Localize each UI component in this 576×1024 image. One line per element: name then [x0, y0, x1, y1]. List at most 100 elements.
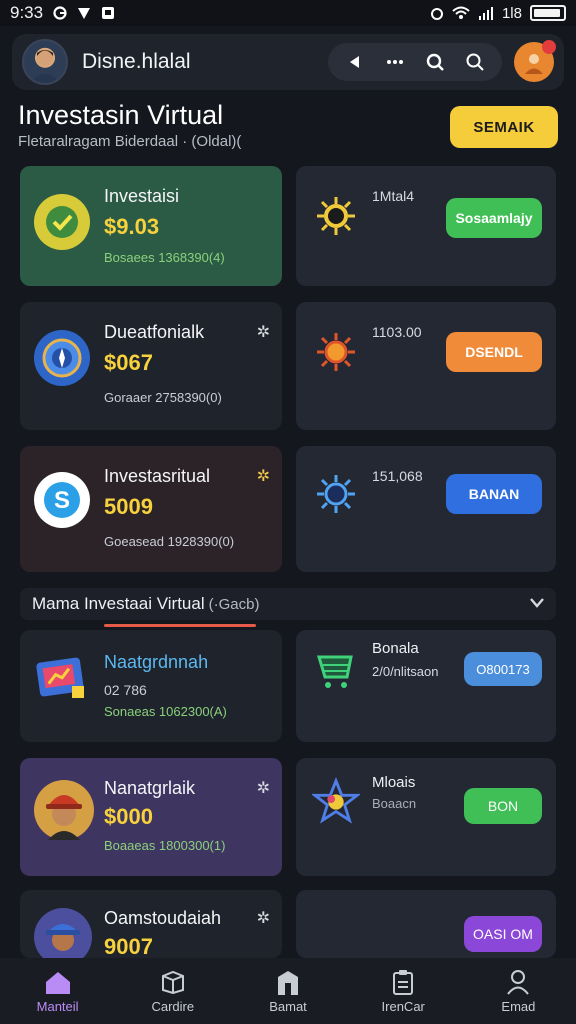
alarm-icon: [430, 8, 443, 20]
sun-bug-icon: [312, 328, 360, 376]
home-icon: [44, 969, 72, 995]
card-label-secondary: Boaacn: [372, 796, 417, 811]
section-title: Mama Investaai Virtual: [32, 594, 205, 613]
star-icon[interactable]: ✲: [257, 778, 270, 798]
user-icon: [504, 969, 532, 995]
person-with-cap-icon: [34, 908, 92, 958]
investment-card[interactable]: 1103.00 DSENDL: [296, 302, 556, 430]
card-label: 1Mtal4: [372, 188, 415, 204]
avatar[interactable]: [22, 39, 68, 85]
filter-search-icon[interactable]: [418, 45, 452, 79]
card-action-button[interactable]: DSENDL: [446, 332, 542, 372]
app-bar: Disne.hlalal: [12, 34, 564, 90]
investment-card[interactable]: Nanatgrlaik $000 Boaaeas 1800300(1) ✲: [20, 758, 282, 876]
card-label: Bonala: [372, 640, 419, 657]
shield-icon: [78, 8, 91, 19]
person-icon: [525, 54, 543, 74]
skype-icon: S: [34, 472, 90, 528]
investment-card[interactable]: 1Mtal4 Sosaamlajy: [296, 166, 556, 286]
section-underline: [104, 624, 256, 627]
investment-card[interactable]: S Investasritual 5009 Goeasead 1928390(0…: [20, 446, 282, 572]
chevron-down-icon[interactable]: [530, 595, 544, 613]
virus-icon: [312, 470, 360, 518]
page-header: Investasin Virtual Fletaralragam Biderda…: [18, 100, 558, 150]
card-title: Investasritual: [104, 466, 211, 486]
svg-text:S: S: [54, 487, 70, 514]
card-value: $000: [104, 804, 153, 829]
tablet-chart-icon: [34, 652, 90, 708]
card-action-button[interactable]: Sosaamlajy: [446, 198, 542, 238]
card-action-button[interactable]: BANAN: [446, 474, 542, 514]
cart-icon: [312, 646, 360, 694]
star-icon[interactable]: ✲: [257, 466, 270, 486]
card-value: 02 786: [104, 682, 147, 698]
action-group: [328, 43, 502, 81]
star-burst-icon: [312, 777, 360, 826]
person-icon: [30, 50, 60, 83]
nav-item-bamat[interactable]: Bamat: [230, 958, 345, 1024]
signal-icon: [478, 7, 493, 20]
card-subtext: Boaaeas 1800300(1): [104, 838, 226, 853]
investment-card[interactable]: Investaisi $9.03 Bosaees 1368390(4): [20, 166, 282, 286]
card-value: $9.03: [104, 214, 160, 239]
header-action-button[interactable]: SEMAIK: [450, 106, 558, 148]
card-title: Naatgrdnnah: [104, 652, 209, 672]
card-action-button[interactable]: BON: [464, 788, 542, 824]
nav-item-irencar[interactable]: IrenCar: [346, 958, 461, 1024]
investment-card[interactable]: Bonala 2/0/nlitsaon O800173: [296, 630, 556, 742]
card-label-secondary: 2/0/nlitsaon: [372, 664, 439, 679]
nav-label: Emad: [501, 998, 536, 1014]
star-icon[interactable]: ✲: [257, 322, 270, 342]
status-time: 9:33: [10, 3, 44, 22]
section-header[interactable]: Mama Investaai Virtual (·Gacb): [20, 588, 556, 620]
investment-card[interactable]: Naatgrdnnah 02 786 Sonaeas 1062300(A): [20, 630, 282, 742]
card-value: 9007: [104, 934, 153, 958]
card-subtext: Goraaer 2758390(0): [104, 390, 222, 405]
search-icon[interactable]: [458, 45, 492, 79]
clipboard-icon: [389, 969, 417, 995]
investment-card[interactable]: 151,068 BANAN: [296, 446, 556, 572]
card-value: $067: [104, 350, 153, 375]
bug-icon: [312, 192, 360, 240]
investment-card[interactable]: Oamstoudaiah 9007 ✲: [20, 890, 282, 958]
person-with-hat-icon: [34, 780, 94, 840]
section-hint: (·Gacb): [208, 595, 260, 613]
notification-dot: [542, 40, 556, 54]
status-text: 1l8: [501, 4, 522, 22]
investment-card[interactable]: Mloais Boaacn BON: [296, 758, 556, 876]
nav-item-cards[interactable]: Cardire: [115, 958, 230, 1024]
nav-label: IrenCar: [381, 998, 425, 1014]
card-title: Investaisi: [104, 186, 180, 206]
profile-badge-button[interactable]: [514, 40, 556, 82]
compass-icon: [34, 330, 90, 386]
nav-label: Bamat: [269, 998, 307, 1014]
back-icon[interactable]: [338, 45, 372, 79]
battery-icon: [530, 5, 566, 21]
card-value: 5009: [104, 494, 153, 519]
investment-card[interactable]: Dueatfonialk $067 Goraaer 2758390(0) ✲: [20, 302, 282, 430]
building-icon: [274, 969, 302, 995]
card-label: 1103.00: [372, 324, 422, 340]
nav-item-home[interactable]: Manteil: [0, 958, 115, 1024]
card-subtext: Goeasead 1928390(0): [104, 534, 235, 549]
card-title: Dueatfonialk: [104, 322, 205, 342]
card-label: 151,068: [372, 468, 423, 484]
star-icon[interactable]: ✲: [257, 908, 270, 928]
card-action-button[interactable]: O800173: [464, 652, 542, 686]
card-label: Mloais: [372, 774, 416, 791]
card-subtext: Sonaeas 1062300(A): [104, 704, 227, 719]
app-title: Disne.hlalal: [82, 50, 191, 73]
card-title: Nanatgrlaik: [104, 778, 196, 798]
box-icon: [159, 969, 187, 995]
more-icon[interactable]: [378, 45, 412, 79]
g-icon: [53, 6, 67, 20]
card-title: Oamstoudaiah: [104, 908, 222, 928]
wifi-icon: [452, 6, 470, 19]
card-action-button[interactable]: OASI OM: [464, 916, 542, 952]
check-shield-icon: [34, 194, 90, 250]
nav-label: Manteil: [36, 998, 79, 1014]
nav-item-profile[interactable]: Emad: [461, 958, 576, 1024]
investment-card[interactable]: OASI OM: [296, 890, 556, 958]
status-bar: 9:33 1l8: [0, 0, 576, 26]
notification-icon: [102, 7, 115, 19]
